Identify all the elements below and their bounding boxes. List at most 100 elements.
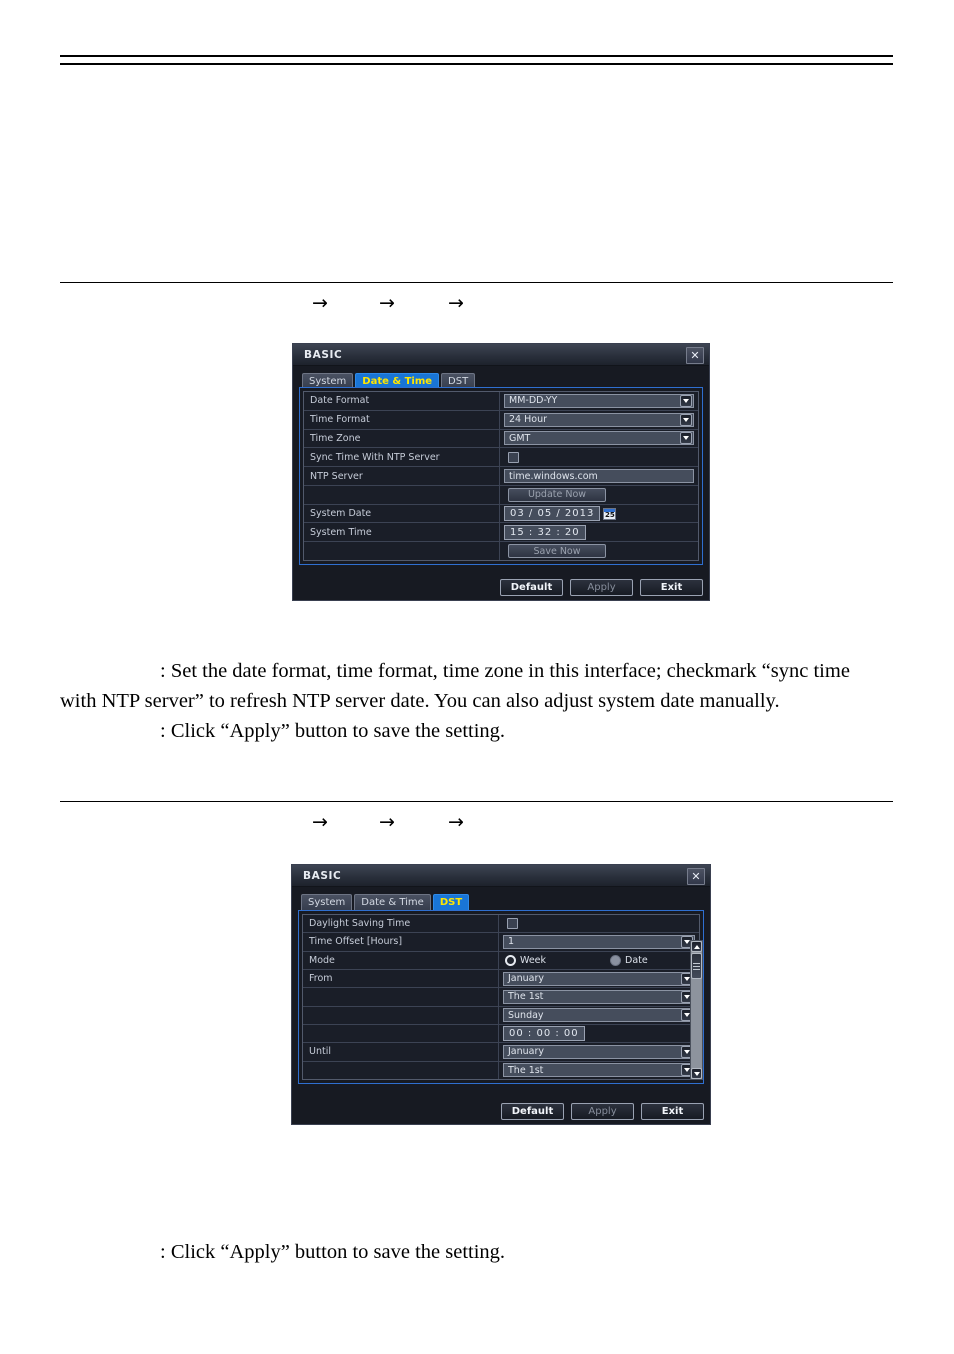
- label-from-week-empty: [303, 988, 499, 1006]
- value-until-week: The 1st: [499, 1062, 699, 1079]
- mode-week-radio[interactable]: Week: [505, 954, 547, 966]
- mode-week-label: Week: [520, 954, 547, 966]
- basic-dst-dialog: BASIC ✕ System Date & Time DST Daylight …: [291, 864, 711, 1125]
- until-month-value: January: [508, 1046, 545, 1058]
- description-line-2: with NTP server” to refresh NTP server d…: [60, 690, 780, 712]
- label-daylight-saving: Daylight Saving Time: [303, 915, 499, 933]
- save-now-button[interactable]: Save Now: [508, 544, 606, 559]
- calendar-icon[interactable]: 25: [603, 507, 617, 520]
- label-date-format: Date Format: [304, 392, 500, 410]
- description-paragraph-1: : Set the date format, time format, time…: [60, 656, 895, 716]
- dialog-title: BASIC: [304, 348, 343, 361]
- settings-grid: Daylight Saving Time Time Offset [Hours]…: [302, 914, 700, 1080]
- basic-date-time-dialog: BASIC ✕ System Date & Time DST Date Form…: [292, 343, 710, 601]
- dst-vertical-scrollbar[interactable]: [690, 940, 703, 1080]
- arrow-icon: →: [448, 292, 464, 314]
- row-from-day: Sunday: [303, 1006, 699, 1025]
- label-from-time-empty: [303, 1024, 499, 1043]
- time-zone-value: GMT: [509, 432, 531, 444]
- value-time-zone: GMT: [500, 430, 698, 448]
- radio-unselected-icon: [610, 954, 622, 966]
- radio-selected-icon: [505, 954, 516, 966]
- row-time-offset: Time Offset [Hours] 1: [303, 933, 699, 952]
- from-time-input[interactable]: 00 : 00 : 00: [503, 1026, 585, 1042]
- dst-settings-panel: Daylight Saving Time Time Offset [Hours]…: [298, 910, 704, 1084]
- row-mode: Mode Week Date: [303, 951, 699, 970]
- label-ntp-server: NTP Server: [304, 467, 500, 485]
- value-date-format: MM-DD-YY: [500, 392, 698, 410]
- triangle-down-icon: [693, 1071, 700, 1076]
- time-format-value: 24 Hour: [509, 414, 547, 426]
- apply-button[interactable]: Apply: [571, 1102, 634, 1120]
- from-week-value: The 1st: [508, 991, 544, 1003]
- date-format-value: MM-DD-YY: [509, 395, 558, 407]
- value-save-now: Save Now: [500, 542, 698, 560]
- arrow-icon: →: [448, 811, 464, 833]
- close-icon[interactable]: ✕: [687, 868, 705, 885]
- chevron-down-icon[interactable]: [680, 394, 692, 407]
- section-divider-2: [60, 801, 893, 802]
- scroll-down-button[interactable]: [691, 1068, 702, 1079]
- label-from: From: [303, 969, 499, 988]
- time-zone-select[interactable]: GMT: [504, 431, 694, 446]
- mode-date-radio[interactable]: Date: [610, 954, 648, 966]
- daylight-saving-checkbox[interactable]: [507, 918, 518, 930]
- time-offset-select[interactable]: 1: [503, 934, 695, 949]
- value-from-week: The 1st: [499, 988, 699, 1005]
- until-month-select[interactable]: January: [503, 1044, 695, 1059]
- description-line-1: : Set the date format, time format, time…: [160, 660, 850, 682]
- label-from-day-empty: [303, 1006, 499, 1024]
- value-until-month: January: [499, 1043, 699, 1060]
- update-now-button[interactable]: Update Now: [508, 487, 606, 502]
- section-divider-1: [60, 282, 893, 283]
- value-from-month: January: [499, 970, 699, 987]
- row-sync-ntp: Sync Time With NTP Server: [304, 448, 698, 468]
- default-button[interactable]: Default: [501, 1102, 564, 1120]
- tab-system[interactable]: System: [301, 894, 353, 910]
- exit-button[interactable]: Exit: [641, 1102, 704, 1120]
- apply-button[interactable]: Apply: [570, 578, 633, 596]
- breadcrumb-arrows-2: → → →: [60, 811, 893, 839]
- label-sync-ntp: Sync Time With NTP Server: [304, 448, 500, 467]
- dialog-titlebar: BASIC ✕: [292, 865, 710, 887]
- value-system-time: 15 : 32 : 20: [500, 523, 698, 541]
- apply-note-1: : Click “Apply” button to save the setti…: [160, 720, 506, 742]
- time-offset-value: 1: [508, 936, 515, 948]
- from-week-select[interactable]: The 1st: [503, 989, 695, 1004]
- scrollbar-thumb[interactable]: [691, 953, 702, 979]
- tab-date-time[interactable]: Date & Time: [354, 894, 431, 910]
- exit-button[interactable]: Exit: [640, 578, 703, 596]
- chevron-down-icon[interactable]: [680, 413, 692, 426]
- date-format-select[interactable]: MM-DD-YY: [504, 393, 694, 408]
- row-save-now: Save Now: [304, 542, 698, 560]
- triangle-up-icon: [693, 944, 700, 949]
- value-update-now: Update Now: [500, 486, 698, 504]
- close-icon[interactable]: ✕: [686, 347, 704, 364]
- ntp-server-input[interactable]: time.windows.com: [504, 469, 694, 484]
- settings-grid: Date Format MM-DD-YY Time Format 24 Hour: [303, 391, 699, 561]
- value-ntp-server: time.windows.com: [500, 467, 698, 485]
- default-button[interactable]: Default: [500, 578, 563, 596]
- sync-ntp-checkbox[interactable]: [508, 451, 519, 463]
- label-system-date: System Date: [304, 504, 500, 523]
- system-time-input[interactable]: 15 : 32 : 20: [504, 524, 586, 540]
- dialog-button-bar: Default Apply Exit: [299, 578, 703, 596]
- row-system-date: System Date 03 / 05 / 2013 25: [304, 504, 698, 524]
- scroll-up-button[interactable]: [691, 941, 702, 952]
- row-until-week: The 1st: [303, 1061, 699, 1079]
- value-time-format: 24 Hour: [500, 411, 698, 429]
- from-month-select[interactable]: January: [503, 971, 695, 986]
- from-day-select[interactable]: Sunday: [503, 1008, 695, 1023]
- time-format-select[interactable]: 24 Hour: [504, 412, 694, 427]
- date-time-settings-panel: Date Format MM-DD-YY Time Format 24 Hour: [299, 387, 703, 565]
- row-time-zone: Time Zone GMT: [304, 429, 698, 449]
- value-from-time: 00 : 00 : 00: [499, 1025, 699, 1042]
- value-sync-ntp: [500, 448, 698, 466]
- tab-dst[interactable]: DST: [432, 894, 470, 910]
- value-system-date: 03 / 05 / 2013 25: [500, 505, 698, 523]
- chevron-down-icon[interactable]: [680, 432, 692, 445]
- until-week-select[interactable]: The 1st: [503, 1063, 695, 1078]
- arrow-icon: →: [312, 811, 328, 833]
- row-system-time: System Time 15 : 32 : 20: [304, 523, 698, 543]
- system-date-input[interactable]: 03 / 05 / 2013: [504, 506, 601, 522]
